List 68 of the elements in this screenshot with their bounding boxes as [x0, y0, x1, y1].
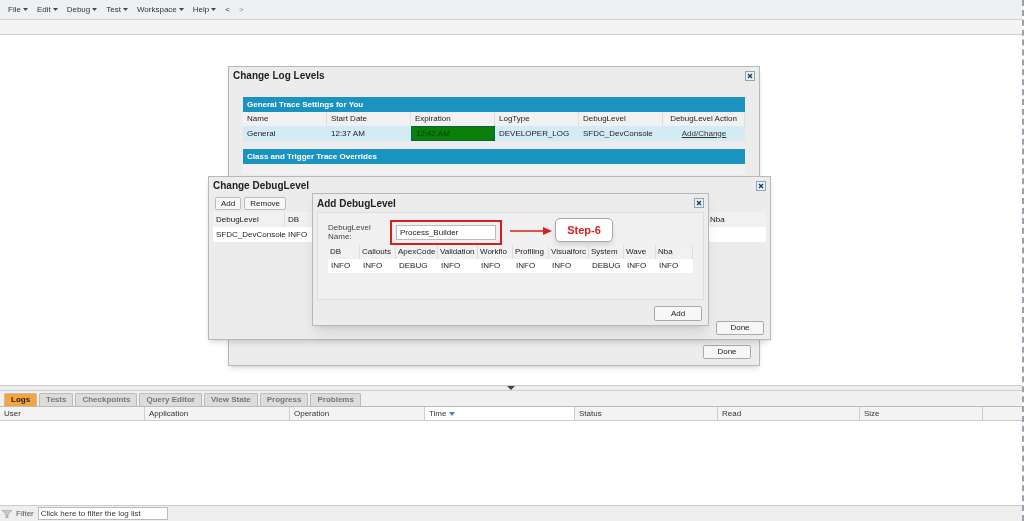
add-change-link[interactable]: Add/Change: [681, 127, 727, 140]
menu-item[interactable]: Help: [192, 3, 217, 16]
table-cell-text: 12:37 AM: [330, 127, 366, 140]
column-header: Callouts: [360, 245, 396, 259]
tab[interactable]: Logs: [4, 393, 38, 406]
column-header[interactable]: Status: [575, 407, 718, 420]
done-button[interactable]: Done: [703, 345, 751, 359]
name-field[interactable]: Process_Builder: [396, 224, 496, 240]
table-cell-text: SFDC_DevConsole: [215, 228, 285, 241]
table-cell-text: INFO: [626, 260, 648, 272]
column-header: System: [589, 245, 624, 259]
step-callout: Step-6: [555, 218, 613, 242]
field-label: DebugLevel Name:: [328, 223, 372, 241]
table-cell-text: INFO: [330, 260, 352, 272]
column-header[interactable]: Read: [718, 407, 860, 420]
column-header: Wave: [624, 245, 656, 259]
menu-item[interactable]: Test: [106, 3, 128, 16]
sort-icon: [449, 411, 456, 416]
column-header: DB: [328, 245, 360, 259]
arrow-icon: [510, 227, 552, 235]
toolbar-button[interactable]: Add: [215, 197, 242, 210]
close-icon[interactable]: [745, 70, 755, 81]
menu-item[interactable]: Edit: [36, 3, 58, 16]
table-cell-text: INFO: [515, 260, 537, 272]
column-header: Profiling: [513, 245, 549, 259]
add-button[interactable]: Add: [654, 306, 702, 321]
close-icon[interactable]: [694, 198, 704, 208]
table-cell-text: INFO: [287, 228, 309, 241]
table-cell-text: General: [246, 127, 277, 140]
caret-icon: [122, 8, 128, 11]
column-header: ApexCode: [396, 245, 438, 259]
caret-icon: [92, 8, 98, 11]
menu-item[interactable]: File: [8, 3, 28, 16]
table-cell: 12:42 AM: [411, 126, 495, 141]
table-cell-text: INFO: [551, 260, 573, 272]
menu-item[interactable]: Debug: [66, 3, 98, 16]
table-cell-text: SFDC_DevConsole: [582, 127, 654, 140]
filter-label: Filter: [16, 507, 34, 520]
caret-icon: [211, 8, 217, 11]
column-header: Validation: [438, 245, 478, 259]
table-cell-text: DEVELOPER_LOG: [498, 127, 571, 140]
column-header[interactable]: Size: [860, 407, 983, 420]
table-cell-text: DEBUG: [591, 260, 622, 272]
menu-item[interactable]: Workspace: [136, 3, 184, 16]
column-header[interactable]: User: [0, 407, 145, 420]
dialog-title: Add DebugLevel: [317, 196, 396, 211]
dialog-title: Change DebugLevel: [213, 179, 310, 193]
column-header[interactable]: Time: [425, 407, 575, 420]
menu-item[interactable]: <: [225, 3, 230, 16]
column-header: Workflo: [478, 245, 513, 259]
dialog-title: Change Log Levels: [233, 69, 325, 83]
table-cell-text: INFO: [440, 260, 462, 272]
table-cell-text: DEBUG: [398, 260, 429, 272]
toolbar-button[interactable]: Remove: [244, 197, 287, 210]
done-button[interactable]: Done: [716, 321, 764, 335]
table-cell-text: INFO: [658, 260, 680, 272]
caret-icon: [22, 8, 28, 11]
column-header: Nba: [656, 245, 693, 259]
caret-icon: [178, 8, 184, 11]
table-cell-text: INFO: [480, 260, 502, 272]
column-header: Visualforc: [549, 245, 589, 259]
column-header[interactable]: Application: [145, 407, 290, 420]
filter-field[interactable]: Click here to filter the log list: [37, 507, 168, 520]
section-header: Class and Trigger Trace Overrides: [243, 149, 745, 164]
close-icon[interactable]: [756, 180, 766, 191]
section-header: General Trace Settings for You: [243, 97, 745, 112]
table-cell-text: INFO: [362, 260, 384, 272]
caret-icon: [52, 8, 58, 11]
